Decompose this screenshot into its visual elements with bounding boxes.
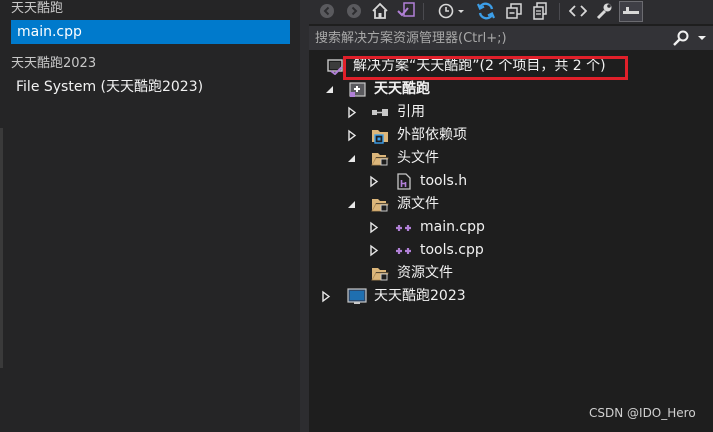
expanded-arrow-icon[interactable] <box>323 78 337 101</box>
preview-pin-icon[interactable] <box>619 1 643 22</box>
tree-item-project-tiantiankupao2023[interactable]: 天天酷跑2023 <box>309 285 713 308</box>
project2-label: 天天酷跑2023 <box>374 288 466 304</box>
collapse-all-icon[interactable] <box>503 0 525 22</box>
solution-explorer: 解决方案“天天酷跑”(2 个项目，共 2 个) 天天酷跑 引用 <box>309 0 713 432</box>
tree-item-project-tiantiankupao[interactable]: 天天酷跑 <box>309 78 713 101</box>
forward-icon[interactable] <box>344 0 364 22</box>
collapsed-arrow-icon[interactable] <box>367 239 381 262</box>
main-cpp-label: main.cpp <box>420 219 485 235</box>
project-icon <box>347 288 369 305</box>
folder-open-icon <box>371 150 389 167</box>
solution-tree: 解决方案“天天酷跑”(2 个项目，共 2 个) 天天酷跑 引用 外部依赖项 头文… <box>309 54 713 314</box>
search-icon[interactable] <box>671 29 693 47</box>
tree-item-tools-h[interactable]: tools.h <box>309 170 713 193</box>
expanded-arrow-icon[interactable] <box>345 193 359 216</box>
external-deps-label: 外部依赖项 <box>397 127 467 143</box>
group-title-tiantiankupao2023: 天天酷跑2023 <box>11 56 97 71</box>
tools-h-label: tools.h <box>420 173 468 189</box>
cpp-file-icon <box>395 219 413 236</box>
tree-item-references[interactable]: 引用 <box>309 101 713 124</box>
cpp-project-icon <box>349 81 367 98</box>
tree-item-solution[interactable]: 解决方案“天天酷跑”(2 个项目，共 2 个) <box>309 55 713 80</box>
source-files-label: 源文件 <box>397 196 439 212</box>
folder-open-icon <box>371 196 389 213</box>
references-icon <box>371 104 389 121</box>
search-bar <box>309 26 713 51</box>
sync-icon[interactable] <box>475 0 497 22</box>
solution-explorer-toolbar <box>309 0 713 24</box>
toolbar-separator <box>559 3 560 20</box>
chevron-down-icon[interactable] <box>695 29 709 47</box>
resource-files-label: 资源文件 <box>397 265 453 281</box>
view-code-icon[interactable] <box>567 0 589 22</box>
group-title-tiantiankupao: 天天酷跑 <box>11 1 64 16</box>
vs-switch-icon[interactable] <box>395 0 417 22</box>
external-deps-folder-icon <box>371 127 389 144</box>
properties-icon[interactable] <box>593 0 615 22</box>
tree-item-external-deps[interactable]: 外部依赖项 <box>309 124 713 147</box>
tree-item-resource-files[interactable]: 资源文件 <box>309 262 713 285</box>
toolbar-separator <box>423 3 424 20</box>
tree-item-tools-cpp[interactable]: tools.cpp <box>309 239 713 262</box>
open-file-label: main.cpp <box>17 24 82 40</box>
collapsed-arrow-icon[interactable] <box>367 170 381 193</box>
tree-item-source-files[interactable]: 源文件 <box>309 193 713 216</box>
expanded-arrow-icon[interactable] <box>345 147 359 170</box>
show-all-files-icon[interactable] <box>529 0 551 22</box>
highlight-box <box>343 56 628 80</box>
project-label: 天天酷跑 <box>374 81 430 97</box>
open-file-main-cpp[interactable]: main.cpp <box>11 20 290 44</box>
panel-splitter[interactable] <box>300 0 309 432</box>
tree-item-main-cpp[interactable]: main.cpp <box>309 216 713 239</box>
tree-item-header-files[interactable]: 头文件 <box>309 147 713 170</box>
collapsed-arrow-icon[interactable] <box>345 101 359 124</box>
header-file-icon <box>395 173 413 190</box>
collapsed-arrow-icon[interactable] <box>367 216 381 239</box>
home-icon[interactable] <box>369 0 391 22</box>
cpp-file-icon <box>395 242 413 259</box>
folder-open-icon <box>371 265 389 282</box>
collapsed-arrow-icon[interactable] <box>345 124 359 147</box>
search-input[interactable] <box>309 26 671 50</box>
left-edge-strip <box>0 128 3 368</box>
open-files-panel: 天天酷跑 main.cpp 天天酷跑2023 File System (天天酷跑… <box>0 0 300 432</box>
history-icon[interactable] <box>436 0 466 22</box>
collapsed-arrow-icon[interactable] <box>319 285 333 308</box>
references-label: 引用 <box>397 104 425 120</box>
file-system-item[interactable]: File System (天天酷跑2023) <box>16 78 203 96</box>
back-icon[interactable] <box>317 0 337 22</box>
tools-cpp-label: tools.cpp <box>420 242 484 258</box>
header-files-label: 头文件 <box>397 150 439 166</box>
watermark: CSDN @IDO_Hero <box>589 406 696 420</box>
